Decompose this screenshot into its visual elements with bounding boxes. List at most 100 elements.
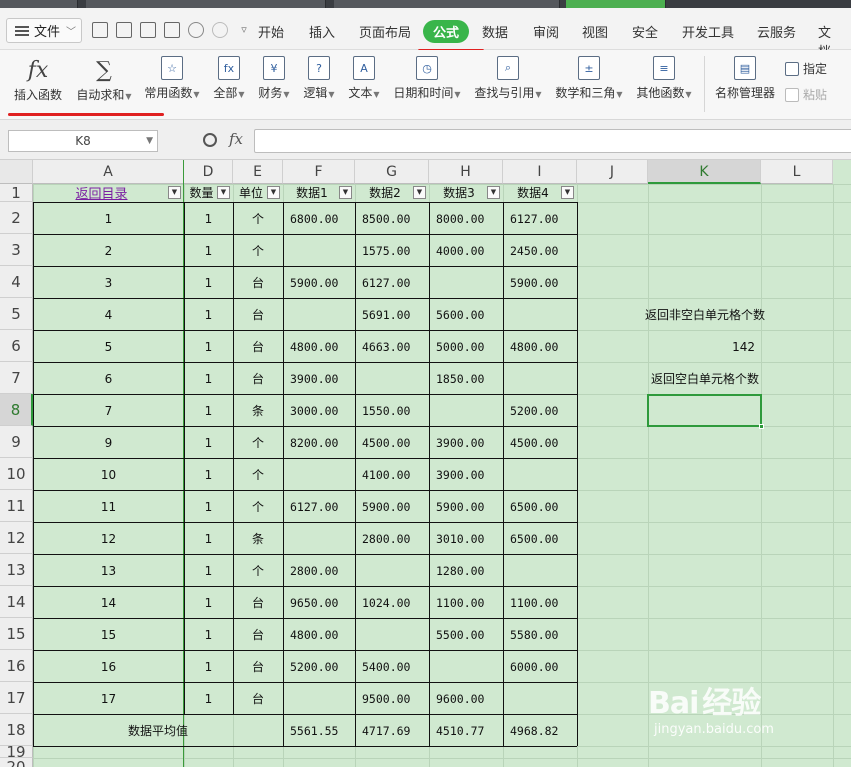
table-cell[interactable]: 14 — [33, 587, 184, 618]
document-tab-active[interactable] — [566, 0, 666, 8]
table-cell[interactable]: 台 — [233, 587, 283, 618]
table-cell[interactable] — [503, 683, 577, 714]
menu-security[interactable]: 安全 — [622, 20, 668, 43]
row-header-6[interactable]: 6 — [0, 330, 33, 362]
table-cell[interactable] — [355, 555, 429, 586]
table-cell[interactable]: 2800.00 — [283, 555, 355, 586]
table-cell[interactable]: 5000.00 — [429, 331, 503, 362]
table-cell[interactable]: 16 — [33, 651, 184, 682]
table-cell[interactable]: 台 — [233, 299, 283, 330]
table-cell[interactable]: 个 — [233, 555, 283, 586]
return-to-index-link[interactable]: 返回目录 — [33, 184, 184, 201]
specify-button[interactable]: 指定 — [785, 60, 827, 77]
table-cell[interactable] — [429, 267, 503, 298]
table-cell[interactable]: 5200.00 — [283, 651, 355, 682]
row-header-3[interactable]: 3 — [0, 234, 33, 266]
finance-functions-button[interactable]: ¥ 财务▼ — [256, 56, 292, 101]
column-header-g[interactable]: G — [355, 160, 429, 184]
row-header-15[interactable]: 15 — [0, 618, 33, 650]
table-cell[interactable]: 4500.00 — [503, 427, 577, 458]
table-cell[interactable] — [503, 555, 577, 586]
table-cell[interactable] — [355, 363, 429, 394]
table-cell[interactable]: 1 — [184, 491, 233, 522]
column-header-f[interactable]: F — [283, 160, 355, 184]
table-cell[interactable]: 5900.00 — [429, 491, 503, 522]
undo-icon[interactable] — [188, 22, 204, 38]
table-cell[interactable] — [283, 459, 355, 490]
table-cell[interactable]: 5500.00 — [429, 619, 503, 650]
table-cell[interactable]: 6127.00 — [283, 491, 355, 522]
table-cell[interactable]: 5900.00 — [355, 491, 429, 522]
table-cell[interactable] — [283, 235, 355, 266]
column-header-d[interactable]: D — [184, 160, 233, 184]
table-cell[interactable]: 1024.00 — [355, 587, 429, 618]
filter-dropdown-icon[interactable]: ▼ — [487, 186, 500, 199]
row-header-10[interactable]: 10 — [0, 458, 33, 490]
menu-developer[interactable]: 开发工具 — [672, 20, 744, 43]
table-cell[interactable]: 条 — [233, 523, 283, 554]
table-cell[interactable]: 1100.00 — [503, 587, 577, 618]
table-cell[interactable]: 6127.00 — [503, 203, 577, 234]
common-functions-button[interactable]: ☆ 常用函数▼ — [142, 56, 202, 101]
table-cell[interactable]: 台 — [233, 651, 283, 682]
table-cell[interactable]: 5691.00 — [355, 299, 429, 330]
table-cell[interactable]: 2450.00 — [503, 235, 577, 266]
all-functions-button[interactable]: fx 全部▼ — [211, 56, 247, 101]
table-cell[interactable] — [429, 651, 503, 682]
table-cell[interactable]: 1 — [184, 427, 233, 458]
table-cell[interactable]: 4100.00 — [355, 459, 429, 490]
menu-home[interactable]: 开始 — [248, 20, 294, 43]
table-cell[interactable]: 4800.00 — [283, 331, 355, 362]
file-menu-button[interactable]: 文件 ﹀ — [6, 18, 82, 43]
column-header-k[interactable]: K — [648, 160, 761, 184]
table-cell[interactable]: 3900.00 — [429, 427, 503, 458]
menu-view[interactable]: 视图 — [572, 20, 618, 43]
table-cell[interactable]: 4800.00 — [503, 331, 577, 362]
filter-dropdown-icon[interactable]: ▼ — [217, 186, 230, 199]
average-value-cell[interactable]: 5561.55 — [283, 715, 355, 746]
table-cell[interactable] — [503, 363, 577, 394]
table-cell[interactable]: 6500.00 — [503, 491, 577, 522]
row-header-13[interactable]: 13 — [0, 554, 33, 586]
table-cell[interactable]: 7 — [33, 395, 184, 426]
table-cell[interactable]: 4800.00 — [283, 619, 355, 650]
column-header-a[interactable]: A — [33, 160, 184, 184]
row-header-9[interactable]: 9 — [0, 426, 33, 458]
table-cell[interactable]: 9650.00 — [283, 587, 355, 618]
table-cell[interactable]: 6127.00 — [355, 267, 429, 298]
table-cell[interactable]: 1 — [184, 235, 233, 266]
menu-data[interactable]: 数据 — [472, 20, 518, 43]
chevron-down-icon[interactable]: ▼ — [146, 131, 153, 151]
table-cell[interactable]: 6800.00 — [283, 203, 355, 234]
export-icon[interactable] — [164, 22, 180, 38]
table-cell[interactable]: 1 — [184, 555, 233, 586]
filter-dropdown-icon[interactable]: ▼ — [561, 186, 574, 199]
table-cell[interactable]: 3000.00 — [283, 395, 355, 426]
table-cell[interactable]: 1550.00 — [355, 395, 429, 426]
other-functions-button[interactable]: ≡ 其他函数▼ — [635, 56, 693, 101]
table-cell[interactable]: 5200.00 — [503, 395, 577, 426]
blank-count-label[interactable]: 返回空白单元格个数 — [620, 363, 790, 394]
table-cell[interactable]: 台 — [233, 619, 283, 650]
table-cell[interactable]: 1 — [184, 683, 233, 714]
table-cell[interactable]: 2800.00 — [355, 523, 429, 554]
zoom-icon[interactable] — [203, 133, 217, 147]
table-cell[interactable]: 10 — [33, 459, 184, 490]
nonblank-count-label[interactable]: 返回非空白单元格个数 — [620, 299, 790, 330]
table-cell[interactable] — [503, 299, 577, 330]
table-cell[interactable]: 3 — [33, 267, 184, 298]
table-cell[interactable]: 1 — [184, 395, 233, 426]
filter-dropdown-icon[interactable]: ▼ — [267, 186, 280, 199]
filter-dropdown-icon[interactable]: ▼ — [168, 186, 181, 199]
table-cell[interactable]: 4500.00 — [355, 427, 429, 458]
average-value-cell[interactable]: 4510.77 — [429, 715, 503, 746]
table-cell[interactable] — [283, 683, 355, 714]
table-cell[interactable]: 1 — [184, 459, 233, 490]
table-cell[interactable]: 4663.00 — [355, 331, 429, 362]
table-cell[interactable]: 3900.00 — [429, 459, 503, 490]
datetime-functions-button[interactable]: ◷ 日期和时间▼ — [392, 56, 462, 101]
table-cell[interactable] — [503, 459, 577, 490]
document-tab[interactable] — [334, 0, 560, 8]
table-cell[interactable]: 8500.00 — [355, 203, 429, 234]
spreadsheet-grid[interactable]: A D E F G H I J K L 1 2 3 4 5 6 7 8 9 10 11 12 13 14 15 16 17 18 19 2… — [0, 160, 851, 767]
